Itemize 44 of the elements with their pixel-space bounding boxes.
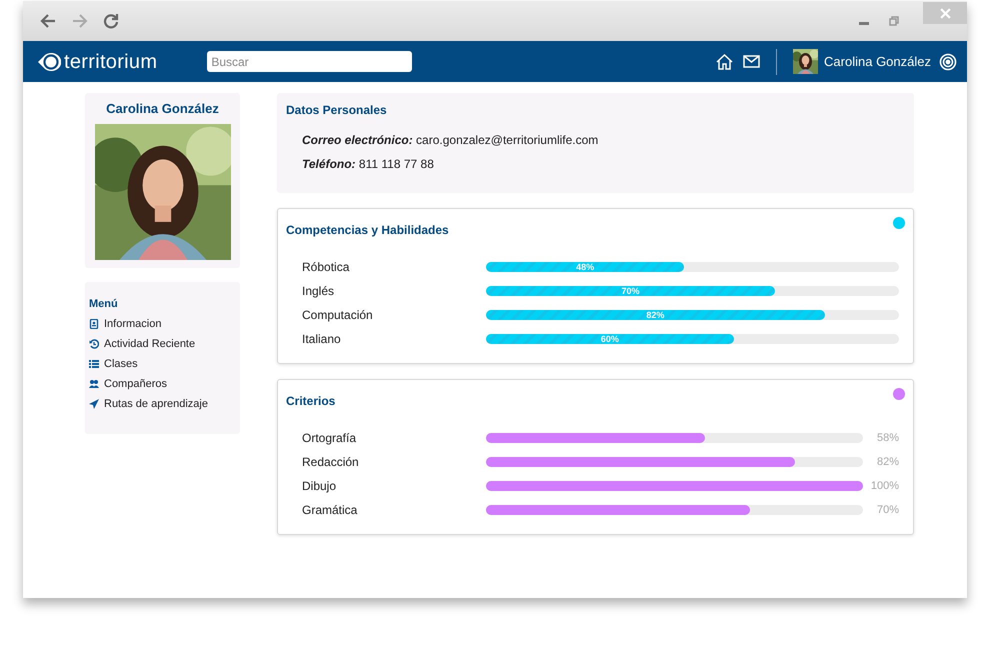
list-icon (89, 359, 99, 369)
progress-label: 70% (622, 286, 640, 296)
users-icon (89, 379, 99, 389)
menu-item[interactable]: Compañeros (89, 374, 236, 394)
skill-name: Dibujo (301, 478, 338, 495)
skill-name: Gramática (301, 502, 358, 519)
menu-item[interactable]: Actividad Reciente (89, 334, 236, 354)
profile-name: Carolina González (106, 100, 219, 118)
skill-name: Róbotica (301, 259, 350, 276)
paper-plane-icon (89, 399, 99, 409)
search-field[interactable]: Buscar (207, 51, 412, 72)
contact-detail: Teléfono: 811 118 77 88 (301, 156, 435, 173)
skill-name: Ortografía (301, 430, 358, 447)
eye-logo-icon (37, 52, 61, 72)
section-title: Criterios (286, 393, 336, 410)
skill-name: Computación (301, 307, 374, 324)
progress-label: 60% (600, 334, 619, 344)
skill-name: Inglés (301, 283, 336, 300)
progress-label: 100% (870, 478, 899, 494)
skill-name: Italiano (301, 331, 342, 348)
history-icon (89, 339, 99, 349)
menu-title: Menú (89, 296, 119, 312)
back-arrow-icon[interactable] (39, 12, 57, 30)
contact-card-icon (89, 319, 99, 329)
home-icon[interactable] (716, 54, 734, 70)
progress-label: 70% (876, 502, 899, 518)
logo-text: territorium (64, 50, 158, 74)
section-title: Datos Personales (286, 102, 388, 119)
user-name[interactable]: Carolina González (824, 52, 931, 72)
menu-item[interactable]: Clases (89, 354, 236, 374)
progress-label: 58% (876, 430, 899, 446)
minimize-icon[interactable] (859, 22, 869, 26)
menu-item[interactable]: Informacion (89, 314, 236, 334)
target-icon[interactable] (939, 52, 957, 70)
reload-icon[interactable] (103, 13, 119, 29)
progress-label: 82% (876, 454, 899, 470)
menu-item[interactable]: Rutas de aprendizaje (89, 394, 236, 414)
progress-label: 82% (646, 310, 664, 320)
skill-name: Redacción (301, 454, 360, 471)
progress-label: 48% (576, 262, 594, 272)
section-title: Competencias y Habilidades (286, 222, 450, 239)
mail-icon[interactable] (743, 55, 760, 68)
close-icon (940, 8, 950, 18)
contact-detail: Correo electrónico: caro.gonzalez@territoriumlife.com (301, 132, 600, 149)
